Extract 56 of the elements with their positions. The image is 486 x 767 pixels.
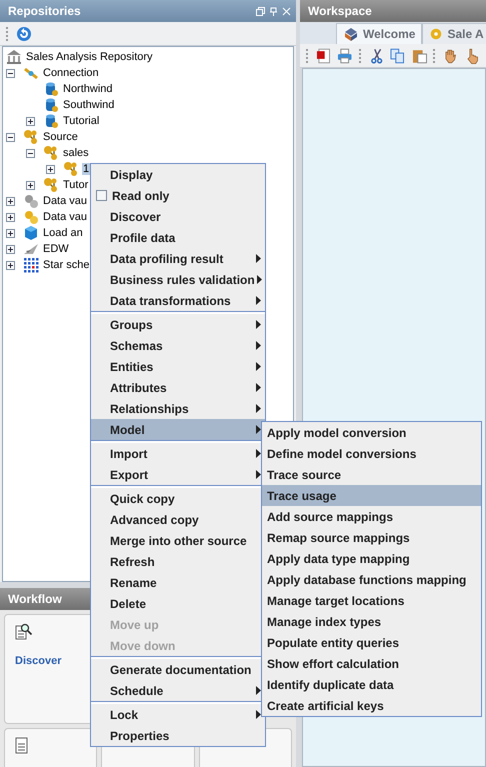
tree-item[interactable]: sales [62,147,90,159]
menu-item[interactable]: Add source mappings [262,506,481,527]
panel-title: Workflow [8,592,62,606]
menu-item[interactable]: Create artificial keys [262,695,481,716]
menu-item[interactable]: Apply database functions mapping [262,569,481,590]
tree-item[interactable]: Data vau [42,211,88,223]
menu-item[interactable]: Data transformations [91,290,265,311]
menu-item[interactable]: Quick copy [91,488,265,509]
card-title: Discover [15,655,62,667]
menu-item[interactable]: Advanced copy [91,509,265,530]
menu-item[interactable]: Trace usage [262,485,481,506]
tree-item[interactable]: Connection [42,67,100,79]
menu-item[interactable]: Display [91,164,265,185]
menu-item[interactable]: Discover [91,206,265,227]
tree-item[interactable]: Northwind [62,83,114,95]
menu-item[interactable]: Export [91,464,265,485]
menu-item[interactable]: Populate entity queries [262,632,481,653]
tree-item[interactable]: Sales Analysis Repository [25,51,154,63]
menu-item[interactable]: Import [91,443,265,464]
tree-item[interactable]: Star sche [42,259,90,271]
menu-item[interactable]: Apply data type mapping [262,548,481,569]
tree-item[interactable]: Tutor [62,179,90,191]
tree-item[interactable]: Source [42,131,79,143]
menu-item[interactable]: Profile data [91,227,265,248]
menu-item[interactable]: Groups [91,314,265,335]
menu-item[interactable]: Model [91,419,265,440]
menu-item[interactable]: Manage index types [262,611,481,632]
menu-item[interactable]: Identify duplicate data [262,674,481,695]
menu-item[interactable]: Merge into other source [91,530,265,551]
menu-item[interactable]: Trace source [262,464,481,485]
menu-item[interactable]: Remap source mappings [262,527,481,548]
tree-item[interactable]: Data vau [42,195,88,207]
menu-item[interactable]: Business rules validation [91,269,265,290]
menu-item[interactable]: Schemas [91,335,265,356]
menu-item[interactable]: Properties [91,725,265,746]
menu-item[interactable]: Refresh [91,551,265,572]
tree-item[interactable]: EDW [42,243,70,255]
tab[interactable]: Welcome [336,23,422,44]
tree-item[interactable]: Southwind [62,99,116,111]
menu-item[interactable]: Apply model conversion [262,422,481,443]
menu-item[interactable]: Entities [91,356,265,377]
panel-title: Repositories [8,4,81,18]
menu-item[interactable]: Show effort calculation [262,653,481,674]
tree-item[interactable]: Tutorial [62,115,100,127]
menu-item[interactable]: Attributes [91,377,265,398]
menu-item[interactable]: Data profiling result [91,248,265,269]
tree-item[interactable]: 1 [82,163,90,175]
menu-item[interactable]: Relationships [91,398,265,419]
menu-item[interactable]: Manage target locations [262,590,481,611]
menu-item[interactable]: Rename [91,572,265,593]
tree-item[interactable]: Load an [42,227,84,239]
menu-item[interactable]: Delete [91,593,265,614]
menu-item[interactable]: Define model conversions [262,443,481,464]
menu-item[interactable]: Read only [91,185,265,206]
panel-title: Workspace [308,4,372,18]
tab[interactable]: Sale A [422,23,486,44]
